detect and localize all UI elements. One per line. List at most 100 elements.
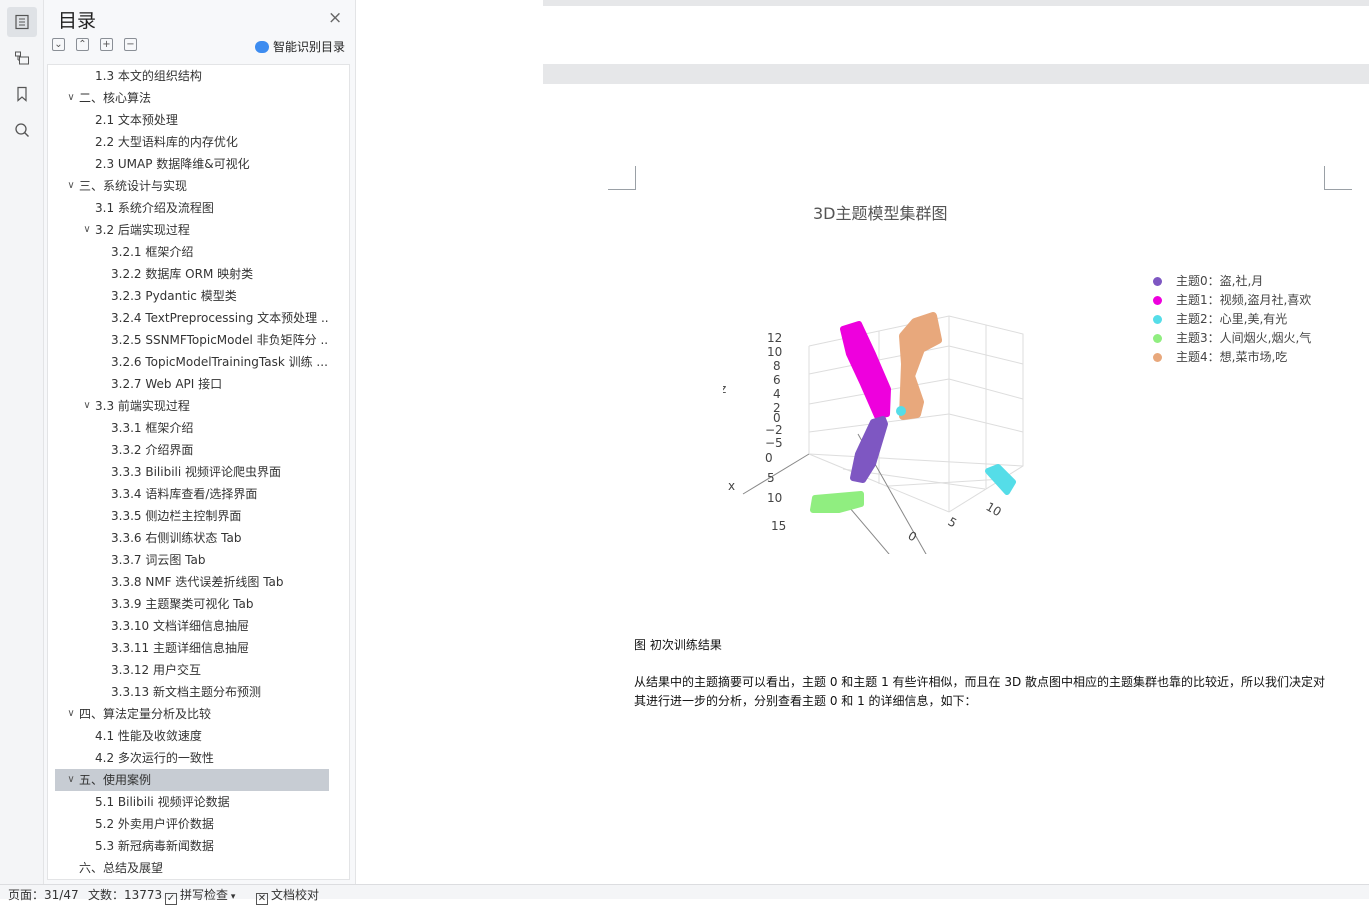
toc-item[interactable]: 2.1 文本预处理 — [55, 109, 329, 131]
toc-item[interactable]: 3.2.2 数据库 ORM 映射类 — [55, 263, 329, 285]
toc-item[interactable]: 5.3 新冠病毒新闻数据 — [55, 835, 329, 857]
toc-item[interactable]: ∨ 3.2 后端实现过程 — [55, 219, 329, 241]
toc-item-label: 3.2.1 框架介绍 — [111, 245, 194, 259]
toc-item[interactable]: 3.3.10 文档详细信息抽屉 — [55, 615, 329, 637]
page-indicator[interactable]: 页面：31/47 — [8, 888, 79, 902]
toc-item[interactable]: 3.2.4 TextPreprocessing 文本预处理 ... — [55, 307, 329, 329]
x-axis-label: x — [728, 479, 735, 493]
toc-item[interactable]: 3.2.7 Web API 接口 — [55, 373, 329, 395]
toc-item[interactable]: 3.3.5 侧边栏主控制界面 — [55, 505, 329, 527]
chevron-down-icon: ▾ — [228, 892, 236, 902]
toc-item-label: 3.2 后端实现过程 — [95, 223, 190, 237]
toc-item[interactable]: 4.2 多次运行的一致性 — [55, 747, 329, 769]
checkbox-icon: ✓ — [165, 893, 177, 905]
toc-item-label: 三、系统设计与实现 — [79, 179, 188, 193]
toc-item[interactable]: ∨ 二、核心算法 — [55, 87, 329, 109]
word-count[interactable]: 文数：13773 — [88, 888, 162, 902]
toc-item[interactable]: 3.2.3 Pydantic 模型类 — [55, 285, 329, 307]
doc-check-toggle[interactable]: ✕ 文档校对 — [256, 888, 319, 905]
toc-item[interactable]: 3.3.2 介绍界面 — [55, 439, 329, 461]
add-heading-button[interactable]: + — [100, 38, 113, 51]
navigation-pane-button[interactable] — [7, 43, 37, 73]
chevron-down-icon[interactable]: ∨ — [81, 395, 93, 417]
doc-check-label: 文档校对 — [271, 888, 320, 902]
cluster-topic-1 — [840, 321, 891, 419]
toc-item-label: 3.3.10 文档详细信息抽屉 — [111, 619, 249, 633]
toc-item[interactable]: 2.3 UMAP 数据降维&可视化 — [55, 153, 329, 175]
toc-item[interactable]: 1.3 本文的组织结构 — [55, 65, 329, 87]
scatter-3d-plot: z 12 10 8 6 4 2 0 −2 −5 x 0 5 10 15 0 5 — [723, 312, 1024, 554]
toc-item-label: 3.2.5 SSNMFTopicModel 非负矩阵分 ... — [111, 333, 329, 347]
legend-dot-icon — [1153, 277, 1162, 286]
toc-item-label: 3.2.7 Web API 接口 — [111, 377, 223, 391]
x-axis: x 0 5 10 15 — [728, 451, 786, 533]
spell-check-label: 拼写检查 — [180, 888, 229, 902]
toc-item[interactable]: 3.2.1 框架介绍 — [55, 241, 329, 263]
toc-item[interactable]: 3.3.7 词云图 Tab — [55, 549, 329, 571]
margin-corner-mark — [608, 166, 636, 190]
toc-item[interactable]: 3.1 系统介绍及流程图 — [55, 197, 329, 219]
toc-item[interactable]: 3.2.5 SSNMFTopicModel 非负矩阵分 ... — [55, 329, 329, 351]
x-tick: 15 — [771, 519, 786, 533]
cluster-topic-3 — [810, 491, 864, 513]
toc-item[interactable]: 3.3.1 框架介绍 — [55, 417, 329, 439]
toc-item[interactable]: 3.3.3 Bilibili 视频评论爬虫界面 — [55, 461, 329, 483]
chevron-down-icon[interactable]: ∨ — [65, 87, 77, 109]
legend-dot-icon — [1153, 334, 1162, 343]
toc-item[interactable]: 3.2.6 TopicModelTrainingTask 训练 ... — [55, 351, 329, 373]
toc-item[interactable]: 5.2 外卖用户评价数据 — [55, 813, 329, 835]
toc-item[interactable]: 3.3.12 用户交互 — [55, 659, 329, 681]
z-tick: −5 — [765, 436, 783, 450]
remove-heading-button[interactable]: − — [124, 38, 137, 51]
toc-item[interactable]: ∨ 五、使用案例 — [55, 769, 329, 791]
toc-item-label: 四、算法定量分析及比较 — [79, 707, 212, 721]
toc-item[interactable]: 5.1 Bilibili 视频评论数据 — [55, 791, 329, 813]
toc-item[interactable]: 3.3.8 NMF 迭代误差折线图 Tab — [55, 571, 329, 593]
expand-all-button[interactable]: ⌃ — [76, 38, 89, 51]
toc-item[interactable]: ∨ 3.3 前端实现过程 — [55, 395, 329, 417]
toc-item[interactable]: 3.3.13 新文档主题分布预测 — [55, 681, 329, 703]
chevron-down-icon[interactable]: ∨ — [65, 175, 77, 197]
close-icon[interactable]: × — [328, 8, 342, 28]
spell-check-toggle[interactable]: ✓ 拼写检查 ▾ — [165, 888, 235, 905]
toc-toolbar: ⌄ ⌃ + − — [52, 38, 137, 51]
toc-panel-button[interactable] — [7, 7, 37, 37]
toc-item[interactable]: ∨ 三、系统设计与实现 — [55, 175, 329, 197]
search-button[interactable] — [7, 115, 37, 145]
toc-item[interactable]: 六、总结及展望 — [55, 857, 329, 879]
toc-item[interactable]: 3.3.11 主题详细信息抽屉 — [55, 637, 329, 659]
legend-label: 主题2：心里,美,有光 — [1176, 312, 1288, 326]
collapse-all-button[interactable]: ⌄ — [52, 38, 65, 51]
toc-item[interactable]: 3.3.6 右侧训练状态 Tab — [55, 527, 329, 549]
toc-item[interactable]: 2.2 大型语料库的内存优化 — [55, 131, 329, 153]
z-axis: z 12 10 8 6 4 2 0 −2 −5 — [723, 331, 783, 450]
toc-item[interactable]: 3.3.9 主题聚类可视化 Tab — [55, 593, 329, 615]
plus-icon: + — [102, 38, 111, 50]
toc-item[interactable]: 3.3.4 语料库查看/选择界面 — [55, 483, 329, 505]
smart-toc-button[interactable]: 智能识别目录 — [255, 38, 345, 55]
toc-item-label: 4.1 性能及收敛速度 — [95, 729, 202, 743]
toc-item-label: 二、核心算法 — [79, 91, 152, 105]
toc-item-label: 五、使用案例 — [79, 773, 152, 787]
chevron-down-icon: ⌄ — [54, 38, 63, 50]
toc-item-label: 3.3.7 词云图 Tab — [111, 553, 206, 567]
chart-title: 3D主题模型集群图 — [813, 204, 948, 223]
toc-item-label: 1.3 本文的组织结构 — [95, 69, 202, 83]
chevron-down-icon[interactable]: ∨ — [81, 219, 93, 241]
y-axis: 0 5 10 — [906, 499, 1004, 544]
y-tick: 10 — [984, 499, 1004, 519]
toc-panel: 目录 × ⌄ ⌃ + − 智能识别目录 1.3 本文的组织结构 ∨ 二、核心算法 2.… — [44, 0, 381, 884]
toc-item-label: 3.3.11 主题详细信息抽屉 — [111, 641, 249, 655]
toc-item-label: 2.2 大型语料库的内存优化 — [95, 135, 238, 149]
toc-item[interactable]: ∨ 四、算法定量分析及比较 — [55, 703, 329, 725]
chevron-down-icon[interactable]: ∨ — [65, 703, 77, 725]
cluster-topic-0 — [850, 416, 888, 483]
toc-item[interactable]: 4.1 性能及收敛速度 — [55, 725, 329, 747]
bookmark-button[interactable] — [7, 79, 37, 109]
legend-dot-icon — [1153, 353, 1162, 362]
toc-item-label: 3.3 前端实现过程 — [95, 399, 190, 413]
chevron-down-icon[interactable]: ∨ — [65, 769, 77, 791]
bookmark-icon — [17, 86, 27, 102]
toc-item-label: 3.2.6 TopicModelTrainingTask 训练 ... — [111, 355, 328, 369]
z-tick: 10 — [767, 345, 782, 359]
